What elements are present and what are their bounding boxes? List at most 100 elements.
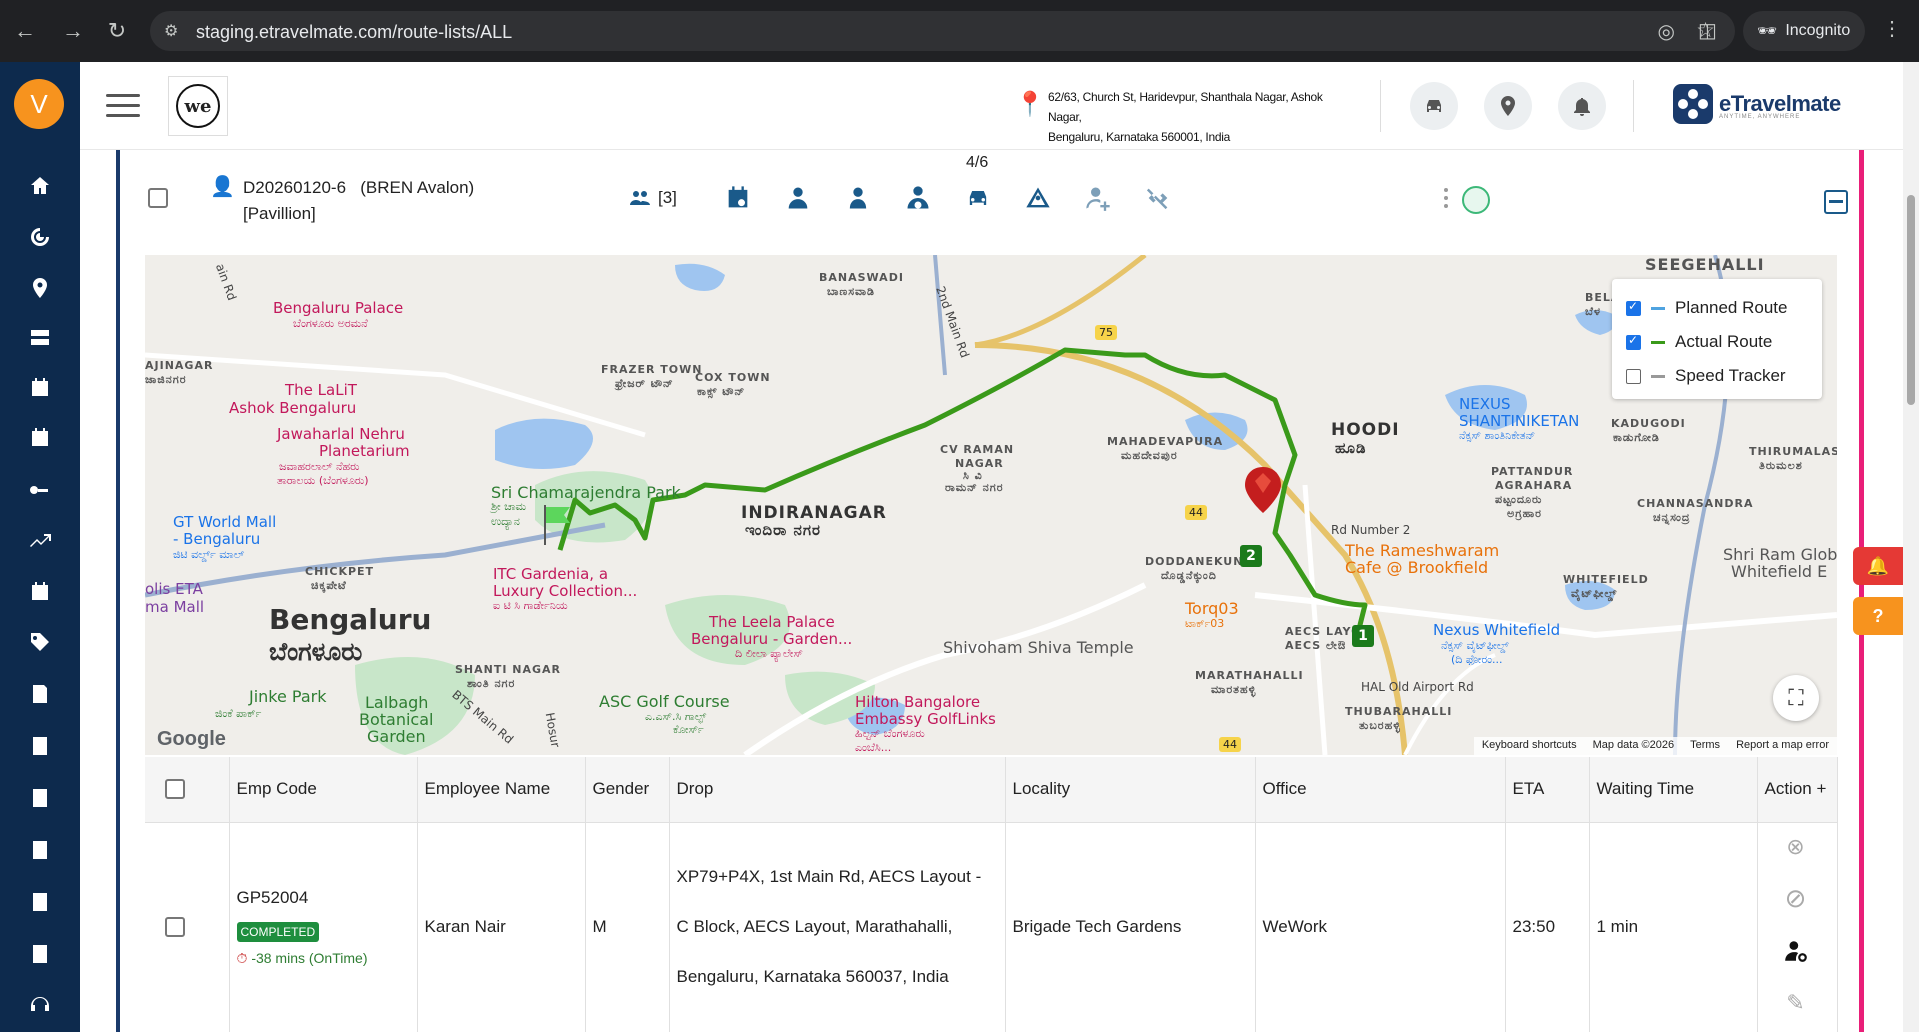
drop-address: XP79+P4X, 1st Main Rd, AECS Layout - C B… — [676, 867, 982, 987]
report-icon[interactable] — [26, 732, 54, 760]
cancel-circle-icon[interactable]: ⊗ — [1782, 833, 1810, 861]
start-flag-icon[interactable] — [543, 505, 570, 545]
employee-icon[interactable] — [768, 180, 828, 216]
legend-speed-tracker[interactable]: Speed Tracker — [1626, 359, 1808, 393]
geofence-icon[interactable] — [1008, 180, 1068, 216]
address-bar[interactable]: ⚙ staging.etravelmate.com/route-lists/AL… — [150, 11, 1735, 51]
vehicle-location-pin-icon[interactable] — [1241, 465, 1285, 515]
keyboard-shortcuts-link[interactable]: Keyboard shortcuts — [1482, 739, 1577, 753]
map-label: ಹೂಡಿ — [1335, 439, 1367, 457]
map-pin-icon — [1501, 96, 1515, 116]
team-count[interactable]: [3] — [628, 186, 708, 210]
route-map[interactable]: SEEGEHALLI Bengaluru Palace ಬೆಂಗಳೂರು ಅರಮ… — [145, 255, 1837, 755]
map-base — [145, 255, 1837, 755]
report-icon[interactable] — [26, 888, 54, 916]
reload-icon[interactable]: ↻ — [100, 14, 134, 48]
col-header[interactable]: Drop — [669, 757, 1006, 823]
collapse-icon[interactable] — [1824, 190, 1848, 214]
we-logo[interactable]: we — [168, 76, 228, 136]
document-icon[interactable] — [26, 940, 54, 968]
forward-icon[interactable]: → — [56, 14, 90, 48]
vehicle-button[interactable] — [1410, 82, 1458, 130]
alert-button[interactable]: 🔔 — [1853, 547, 1903, 585]
block-icon[interactable]: ⊘ — [1782, 883, 1810, 913]
page-scrollbar[interactable] — [1903, 62, 1919, 1032]
add-person-icon[interactable] — [1068, 180, 1128, 216]
driver-assign-icon[interactable] — [888, 180, 948, 216]
col-header[interactable]: Employee Name — [417, 757, 586, 823]
col-header[interactable]: Waiting Time — [1589, 757, 1758, 823]
extension-icon[interactable]: ◫ — [1698, 18, 1717, 43]
car-icon[interactable] — [948, 180, 1008, 216]
notifications-button[interactable] — [1558, 82, 1606, 130]
back-icon[interactable]: ← — [8, 14, 42, 48]
url-text[interactable]: staging.etravelmate.com/route-lists/ALL — [196, 22, 512, 43]
gender: M — [585, 822, 670, 1032]
report-icon[interactable] — [26, 836, 54, 864]
report-icon[interactable] — [26, 680, 54, 708]
dashboard-icon[interactable] — [26, 223, 54, 251]
route-legend: Planned Route Actual Route Speed Tracker — [1612, 279, 1822, 399]
map-label: ಐ ಟಿ ಸಿ ಗಾರ್ಡೇನಿಯ — [493, 599, 568, 612]
map-label: - Bengaluru — [173, 530, 261, 548]
terms-link[interactable]: Terms — [1690, 739, 1720, 753]
map-label: MAHADEVAPURA — [1107, 435, 1224, 448]
col-header[interactable]: ETA — [1505, 757, 1590, 823]
home-icon[interactable] — [26, 172, 54, 200]
planned-route-checkbox[interactable] — [1626, 299, 1641, 316]
stop-marker-1[interactable]: 1 — [1352, 625, 1374, 647]
location-icon[interactable] — [26, 274, 54, 302]
legend-actual-route[interactable]: Actual Route — [1626, 325, 1808, 359]
actual-route-checkbox[interactable] — [1626, 333, 1641, 350]
calendar-icon[interactable] — [26, 578, 54, 606]
driver-icon: 👤 — [210, 176, 235, 198]
hamburger-menu-icon[interactable] — [106, 94, 140, 118]
edit-icon[interactable]: ✎ — [1782, 989, 1810, 1017]
row-select-checkbox[interactable] — [165, 917, 185, 938]
report-icon[interactable] — [26, 784, 54, 812]
tag-icon[interactable] — [26, 628, 54, 656]
route-select-checkbox[interactable] — [148, 188, 168, 208]
escort-icon[interactable] — [828, 180, 888, 216]
eye-off-icon[interactable]: ◎ — [1658, 19, 1675, 44]
user-settings-icon[interactable] — [1782, 937, 1810, 965]
speed-tracker-checkbox[interactable] — [1626, 368, 1641, 384]
site-settings-icon[interactable]: ⚙ — [164, 21, 178, 41]
route-header: 4/6 👤 D20260120-6 (BREN Avalon) [Pavilli… — [120, 150, 1859, 246]
stop-marker-2[interactable]: 2 — [1240, 545, 1262, 567]
driver-status-icon[interactable] — [1462, 186, 1490, 214]
col-header[interactable]: Office — [1255, 757, 1506, 823]
fullscreen-icon[interactable]: ⛶ — [1773, 675, 1819, 721]
schedule-icon[interactable] — [708, 180, 768, 216]
sidebar: V — [0, 62, 80, 1032]
map-label: Embassy GolfLinks — [855, 710, 996, 728]
calendar-schedule-icon[interactable] — [26, 424, 54, 452]
col-header[interactable]: Gender — [585, 757, 670, 823]
scrollbar-thumb[interactable] — [1907, 195, 1915, 405]
map-label: ಟಾರ್ಕ್03 — [1185, 617, 1225, 630]
col-header[interactable]: Locality — [1005, 757, 1256, 823]
calendar-schedule-icon[interactable] — [26, 374, 54, 402]
more-options-icon[interactable] — [1444, 188, 1448, 212]
map-label: ಕಾಡುಗೋಡಿ — [1613, 431, 1660, 444]
route-icon[interactable] — [26, 476, 54, 504]
avatar[interactable]: V — [14, 79, 64, 129]
support-icon[interactable] — [26, 992, 54, 1020]
trend-icon[interactable] — [26, 528, 54, 556]
unlink-icon[interactable] — [1128, 180, 1188, 216]
select-all-checkbox[interactable] — [165, 779, 185, 800]
server-icon[interactable] — [26, 324, 54, 352]
browser-menu-icon[interactable]: ⋮ — [1882, 16, 1902, 41]
map-label: ವೈಟ್‌ಫೀಲ್ಡ್ — [1571, 587, 1618, 600]
map-label: ತಿರುಮಲಶ — [1759, 459, 1803, 472]
col-header[interactable]: Action + — [1757, 757, 1838, 823]
legend-planned-route[interactable]: Planned Route — [1626, 291, 1808, 325]
col-header[interactable]: Emp Code — [229, 757, 418, 823]
map-label: MARATHAHALLI — [1195, 669, 1304, 682]
route-title: D20260120-6 (BREN Avalon) [Pavillion] — [243, 175, 474, 227]
report-error-link[interactable]: Report a map error — [1736, 739, 1829, 753]
map-label: The Leela Palace — [709, 613, 835, 631]
incognito-badge[interactable]: 🕶 Incognito — [1743, 11, 1865, 51]
help-button[interactable]: ? — [1853, 597, 1903, 635]
location-button[interactable] — [1484, 82, 1532, 130]
